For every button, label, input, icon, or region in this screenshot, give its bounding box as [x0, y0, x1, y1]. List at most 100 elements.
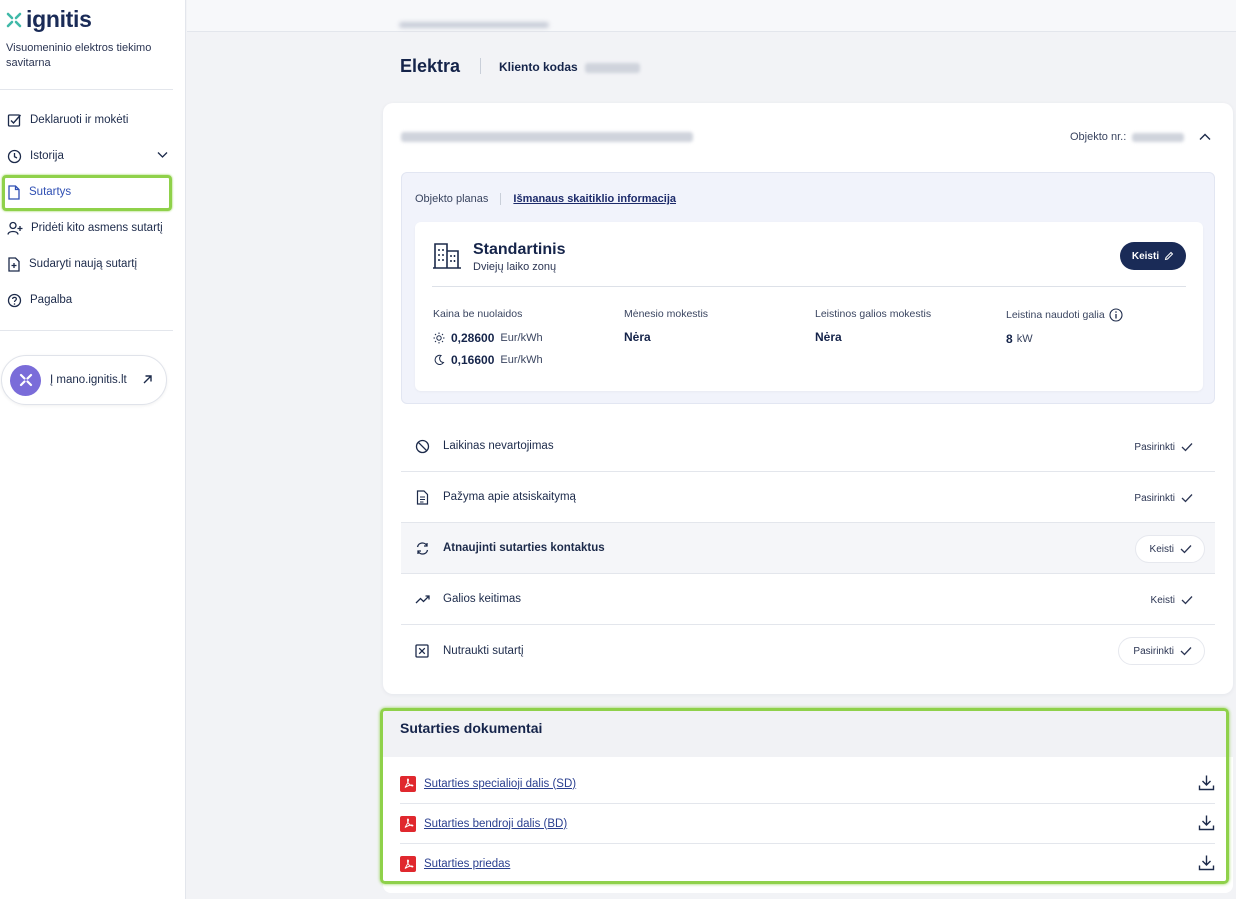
sidebar-item-contracts[interactable]: Sutartys [0, 174, 173, 211]
blurred-breadcrumb [399, 22, 549, 28]
contract-actions: Laikinas nevartojimas Pasirinkti Pažyma … [401, 421, 1215, 676]
monthly-fee-column: Mėnesio mokestis Nėra [624, 308, 708, 344]
action-button-label: Pasirinkti [1134, 441, 1175, 453]
select-button[interactable]: Pasirinkti [1120, 433, 1205, 461]
ignitis-avatar-icon [10, 364, 41, 396]
allowed-power-value: 8 kW [1006, 332, 1123, 346]
check-icon [1181, 494, 1193, 503]
plan-subtitle: Dviejų laiko zonų [473, 261, 557, 273]
sidebar-item-declare[interactable]: Deklaruoti ir mokėti [0, 102, 173, 138]
plan-panel: Objekto planas Išmanaus skaitiklio infor… [401, 172, 1215, 404]
info-icon[interactable] [1109, 308, 1123, 322]
client-code-label: Kliento kodas [499, 60, 578, 74]
tab-smart-meter-info[interactable]: Išmanaus skaitiklio informacija [513, 193, 676, 205]
pencil-icon [1164, 251, 1174, 261]
change-button[interactable]: Keisti [1137, 586, 1205, 614]
action-button-label: Keisti [1150, 594, 1175, 606]
action-button-label: Pasirinkti [1133, 645, 1174, 657]
download-icon[interactable] [1198, 814, 1215, 831]
action-label: Galios keitimas [443, 593, 521, 605]
night-price-value: 0,16600 [451, 353, 495, 367]
change-plan-label: Keisti [1131, 250, 1160, 262]
top-bar [187, 0, 1236, 32]
price-label: Kaina be nuolaidos [433, 308, 523, 320]
document-row: Sutarties priedas [400, 844, 1215, 884]
ignitis-logo-icon [6, 12, 22, 27]
sidebar-item-add-other-contract[interactable]: Pridėti kito asmens sutartį [0, 210, 173, 246]
tagline: Visuomeninio elektros tiekimo savitarna [6, 42, 152, 69]
sidebar-item-label: Sudaryti naują sutartį [29, 258, 138, 270]
power-fee-column: Leistinos galios mokestis Nėra [815, 308, 931, 344]
day-price: 0,28600 Eur/kWh [433, 331, 543, 345]
help-icon [7, 293, 22, 307]
close-box-icon [414, 643, 430, 659]
clock-icon [7, 149, 22, 163]
building-icon [433, 243, 461, 269]
action-label: Pažyma apie atsiskaitymą [443, 491, 576, 503]
monthly-fee-value: Nėra [624, 330, 651, 344]
action-row-temporary-non-use[interactable]: Laikinas nevartojimas Pasirinkti [401, 421, 1215, 472]
contract-documents-card: Sutarties dokumentai Sutarties specialio… [383, 708, 1233, 893]
select-button[interactable]: Pasirinkti [1118, 637, 1205, 665]
chevron-up-icon[interactable] [1198, 130, 1212, 144]
check-icon [1180, 647, 1192, 656]
power-fee-label: Leistinos galios mokestis [815, 308, 932, 320]
day-price-unit: Eur/kWh [500, 332, 543, 344]
download-icon[interactable] [1198, 774, 1215, 791]
trend-up-icon [414, 591, 430, 607]
sidebar-divider [0, 89, 173, 90]
sun-icon [433, 332, 445, 344]
night-price-unit: Eur/kWh [500, 354, 543, 366]
action-row-update-contacts[interactable]: Atnaujinti sutarties kontaktus Keisti [401, 523, 1215, 574]
plan-details: Standartinis Dviejų laiko zonų Keisti Ka… [415, 222, 1203, 391]
tab-separator [500, 193, 502, 205]
refresh-icon [414, 540, 430, 556]
download-icon[interactable] [1198, 854, 1215, 871]
change-button[interactable]: Keisti [1134, 535, 1205, 563]
document-row: Sutarties specialioji dalis (SD) [400, 764, 1215, 804]
sidebar-item-label: Deklaruoti ir mokėti [30, 114, 129, 126]
mano-ignitis-label: Į mano.ignitis.lt [50, 374, 127, 386]
tab-object-plan[interactable]: Objekto planas [415, 193, 488, 205]
action-row-power-change[interactable]: Galios keitimas Keisti [401, 574, 1215, 625]
sidebar-item-label: Pagalba [30, 294, 73, 306]
action-label: Atnaujinti sutarties kontaktus [443, 542, 605, 554]
object-number-label: Objekto nr.: [1070, 131, 1127, 143]
action-row-terminate-contract[interactable]: Nutraukti sutartį Pasirinkti [401, 625, 1215, 676]
action-label: Nutraukti sutartį [443, 644, 524, 657]
mano-ignitis-link[interactable]: Į mano.ignitis.lt [1, 355, 167, 405]
sidebar-item-label: Istorija [30, 150, 64, 162]
price-column: Kaina be nuolaidos 0,28600 Eur/kWh 0,166… [433, 308, 543, 367]
select-button[interactable]: Pasirinkti [1120, 484, 1205, 512]
plan-name: Standartinis [473, 241, 566, 258]
change-plan-button[interactable]: Keisti [1120, 242, 1186, 270]
sidebar-nav: Deklaruoti ir mokėti Istorija Sutartys P… [0, 102, 173, 318]
document-link-sd[interactable]: Sutarties specialioji dalis (SD) [424, 778, 576, 790]
night-price: 0,16600 Eur/kWh [433, 353, 543, 367]
checkbox-edit-icon [7, 113, 22, 127]
check-icon [1181, 596, 1193, 605]
file-text-icon [414, 489, 430, 505]
plan-tabs: Objekto planas Išmanaus skaitiklio infor… [415, 193, 676, 205]
chevron-down-icon[interactable] [157, 151, 168, 159]
highlight-frame [2, 175, 172, 211]
power-fee-value: Nėra [815, 330, 842, 344]
action-button-label: Pasirinkti [1134, 492, 1175, 504]
document-add-icon [8, 256, 20, 272]
sidebar: ignitis Visuomeninio elektros tiekimo sa… [0, 0, 186, 899]
sidebar-item-help[interactable]: Pagalba [0, 282, 173, 318]
document-link-annex[interactable]: Sutarties priedas [424, 858, 510, 870]
allowed-power-header: Leistina naudoti galia [1006, 308, 1123, 322]
allowed-power-column: Leistina naudoti galia 8 kW [1006, 308, 1123, 346]
monthly-fee-label: Mėnesio mokestis [624, 308, 709, 320]
sidebar-item-new-contract[interactable]: Sudaryti naują sutartį [0, 246, 173, 282]
sidebar-item-history[interactable]: Istorija [0, 138, 173, 174]
action-row-payment-certificate[interactable]: Pažyma apie atsiskaitymą Pasirinkti [401, 472, 1215, 523]
document-link-bd[interactable]: Sutarties bendroji dalis (BD) [424, 818, 567, 830]
object-number: Objekto nr.: [1070, 131, 1185, 143]
pdf-icon [400, 775, 416, 792]
logo[interactable]: ignitis [6, 6, 92, 33]
sidebar-divider [0, 330, 173, 331]
document-row: Sutarties bendroji dalis (BD) [400, 804, 1215, 844]
moon-icon [434, 354, 445, 365]
